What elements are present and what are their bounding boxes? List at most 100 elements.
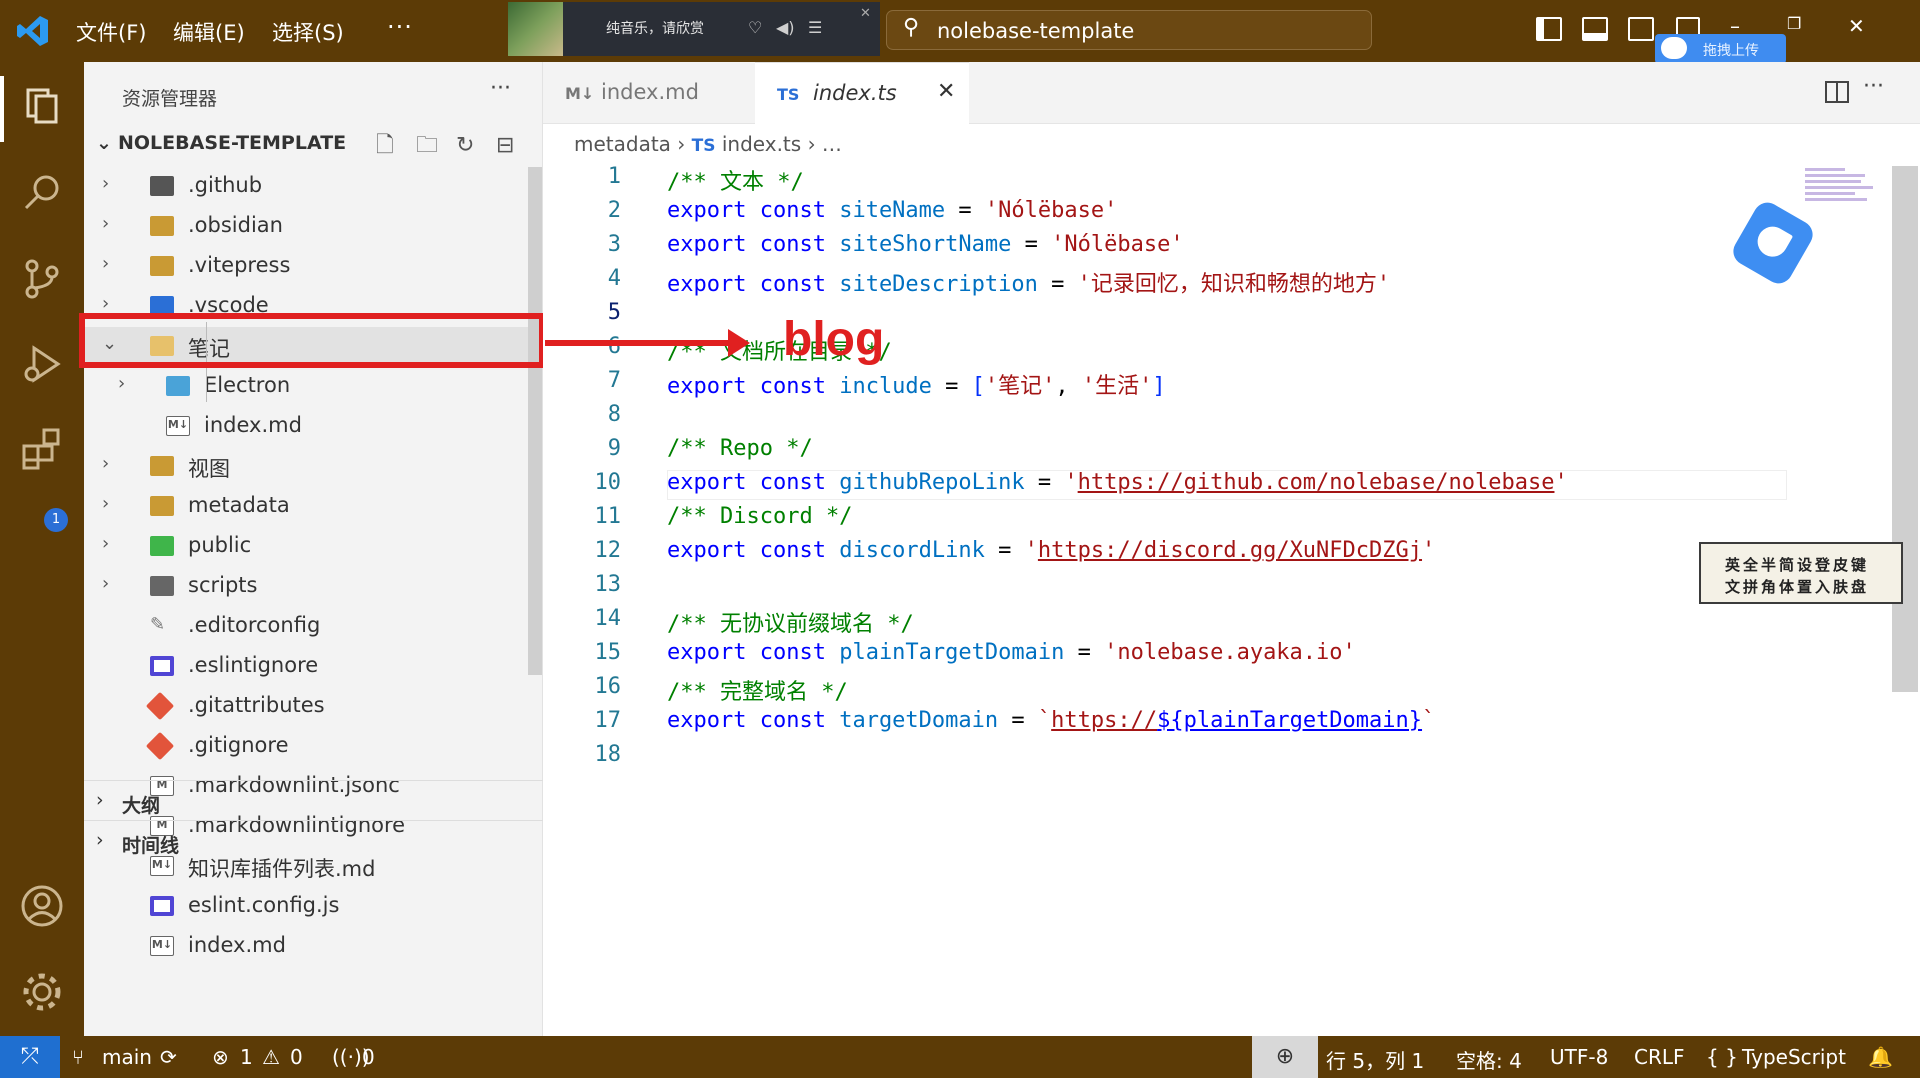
minimap[interactable] xyxy=(1805,166,1875,206)
editor-more-button[interactable]: ··· xyxy=(1863,74,1884,99)
tree-item[interactable]: ✎ .editorconfig xyxy=(84,607,543,647)
tree-item[interactable]: eslint.config.js xyxy=(84,887,543,927)
code-line[interactable]: 14 /** 无协议前缀域名 */ xyxy=(543,606,1843,640)
language-mode[interactable]: TypeScript xyxy=(1742,1045,1846,1069)
account-icon[interactable] xyxy=(20,884,64,928)
tree-item[interactable]: .gitattributes xyxy=(84,687,543,727)
source-control-icon[interactable] xyxy=(20,256,64,300)
ime-toolbar[interactable]: 英全半简设登皮键 文拼角体置入肤盘 xyxy=(1699,542,1903,604)
error-count[interactable]: 1 xyxy=(240,1045,253,1069)
menu-file[interactable]: 文件(F) xyxy=(76,17,146,47)
code-editor[interactable]: 1 /** 文本 */ 2 export const siteName = 'Nólë… xyxy=(543,164,1883,1036)
code-line[interactable]: 11 /** Discord */ xyxy=(543,504,1843,538)
code-line[interactable]: 10 export const githubRepoLink = 'https:/… xyxy=(543,470,1843,504)
project-header[interactable]: ⌄ NOLEBASE-TEMPLATE xyxy=(96,132,346,154)
explorer-more-button[interactable]: ··· xyxy=(490,76,511,101)
chevron-right-icon[interactable]: › xyxy=(102,573,109,594)
menu-selection[interactable]: 选择(S) xyxy=(272,17,344,47)
chevron-right-icon[interactable]: › xyxy=(102,253,109,274)
menu-more-button[interactable]: ··· xyxy=(387,13,413,41)
settings-gear-icon[interactable] xyxy=(20,970,64,1014)
volume-icon[interactable]: ◀) xyxy=(776,18,795,37)
tree-item[interactable]: › .github xyxy=(84,167,543,207)
extensions-icon[interactable] xyxy=(20,428,64,472)
chevron-right-icon[interactable]: › xyxy=(102,293,109,314)
vscode-logo-icon[interactable] xyxy=(16,14,50,48)
close-tab-icon[interactable]: ✕ xyxy=(937,79,955,104)
code-line[interactable]: 3 export const siteShortName = 'Nólëbase' xyxy=(543,232,1843,266)
code-line[interactable]: 12 export const discordLink = 'https://di… xyxy=(543,538,1843,572)
tree-item[interactable]: M↓ index.md xyxy=(84,407,543,447)
chevron-right-icon[interactable]: › xyxy=(102,453,109,474)
tree-item[interactable]: .gitignore xyxy=(84,727,543,767)
sidebar-scrollbar[interactable] xyxy=(528,167,542,675)
breadcrumb-folder[interactable]: metadata xyxy=(574,132,671,156)
cursor-position[interactable]: 行 5，列 1 xyxy=(1326,1045,1424,1074)
tree-item[interactable]: › metadata xyxy=(84,487,543,527)
tree-item[interactable]: › scripts xyxy=(84,567,543,607)
code-line[interactable]: 9 /** Repo */ xyxy=(543,436,1843,470)
split-editor-icon[interactable] xyxy=(1825,81,1849,103)
outline-section[interactable]: › 大纲 xyxy=(84,780,543,820)
new-folder-icon[interactable]: 🗀 xyxy=(416,128,456,166)
git-branch-name[interactable]: main xyxy=(102,1045,152,1069)
editor-scrollbar[interactable] xyxy=(1892,166,1918,692)
code-line[interactable]: 16 /** 完整域名 */ xyxy=(543,674,1843,708)
code-line[interactable]: 4 export const siteDescription = '记录回忆，知识… xyxy=(543,266,1843,300)
code-line[interactable]: 8 xyxy=(543,402,1843,436)
new-file-icon[interactable]: 🗋 xyxy=(376,128,416,166)
tree-item[interactable]: › public xyxy=(84,527,543,567)
close-window-icon[interactable]: ✕ xyxy=(1848,14,1865,38)
chevron-right-icon[interactable]: › xyxy=(102,533,109,554)
breadcrumb-more[interactable]: … xyxy=(822,132,842,156)
restore-icon[interactable]: ❐ xyxy=(1787,14,1801,33)
refresh-icon[interactable]: ↻ xyxy=(456,133,496,158)
chevron-right-icon[interactable]: › xyxy=(102,173,109,194)
tab-index-md[interactable]: M↓ index.md xyxy=(543,62,755,124)
code-line[interactable]: 17 export const targetDomain = `https://$… xyxy=(543,708,1843,742)
tree-item[interactable]: › .obsidian xyxy=(84,207,543,247)
toggle-secondary-sidebar-icon[interactable] xyxy=(1628,17,1654,41)
git-branch-icon[interactable]: ⑂ xyxy=(72,1045,84,1069)
playlist-icon[interactable]: ☰ xyxy=(808,18,822,37)
code-line[interactable]: 15 export const plainTargetDomain = 'nole… xyxy=(543,640,1843,674)
line-ending[interactable]: CRLF xyxy=(1634,1045,1685,1069)
toggle-primary-sidebar-icon[interactable] xyxy=(1536,17,1562,41)
tree-item[interactable]: M↓ index.md xyxy=(84,927,543,967)
code-line[interactable]: 2 export const siteName = 'Nólëbase' xyxy=(543,198,1843,232)
tree-item[interactable]: .eslintignore xyxy=(84,647,543,687)
bell-icon[interactable]: 🔔 xyxy=(1868,1045,1893,1069)
ports-count[interactable]: 0 xyxy=(362,1045,375,1069)
music-close-icon[interactable]: ✕ xyxy=(860,6,871,21)
warning-icon[interactable]: ⚠ xyxy=(262,1045,280,1069)
sync-icon[interactable]: ⟳ xyxy=(160,1045,177,1069)
chevron-right-icon[interactable]: › xyxy=(102,213,109,234)
search-icon[interactable] xyxy=(20,170,64,214)
explorer-icon[interactable] xyxy=(20,84,64,128)
menu-edit[interactable]: 编辑(E) xyxy=(173,17,245,47)
code-line[interactable]: 1 /** 文本 */ xyxy=(543,164,1843,198)
toggle-panel-icon[interactable] xyxy=(1582,17,1608,41)
timeline-section[interactable]: › 时间线 xyxy=(84,820,543,860)
error-icon[interactable]: ⊗ xyxy=(212,1045,229,1069)
breadcrumb-file[interactable]: index.ts xyxy=(722,132,801,156)
tree-item[interactable]: › .vitepress xyxy=(84,247,543,287)
warning-count[interactable]: 0 xyxy=(290,1045,303,1069)
code-line[interactable]: 18 xyxy=(543,742,1843,776)
run-debug-icon[interactable] xyxy=(20,342,64,386)
tree-item[interactable]: › 视图 xyxy=(84,447,543,487)
upload-badge[interactable]: 拖拽上传 xyxy=(1655,34,1786,64)
code-line[interactable]: 7 export const include = ['笔记', '生活'] xyxy=(543,368,1843,402)
tab-index-ts[interactable]: TS index.ts ✕ xyxy=(755,62,969,124)
remote-icon[interactable]: ⤱ xyxy=(0,1036,60,1078)
heart-icon[interactable]: ♡ xyxy=(748,18,762,37)
chevron-right-icon[interactable]: › xyxy=(118,373,125,394)
collapse-all-icon[interactable]: ⊟ xyxy=(496,133,536,158)
command-center[interactable]: ⚲ nolebase-template xyxy=(886,10,1372,50)
zoom-icon[interactable]: ⊕ xyxy=(1252,1036,1318,1078)
encoding[interactable]: UTF-8 xyxy=(1550,1045,1608,1069)
chevron-right-icon[interactable]: › xyxy=(102,493,109,514)
indentation[interactable]: 空格: 4 xyxy=(1456,1045,1522,1074)
code-line[interactable]: 13 xyxy=(543,572,1843,606)
tree-item[interactable]: › Electron xyxy=(84,367,543,407)
